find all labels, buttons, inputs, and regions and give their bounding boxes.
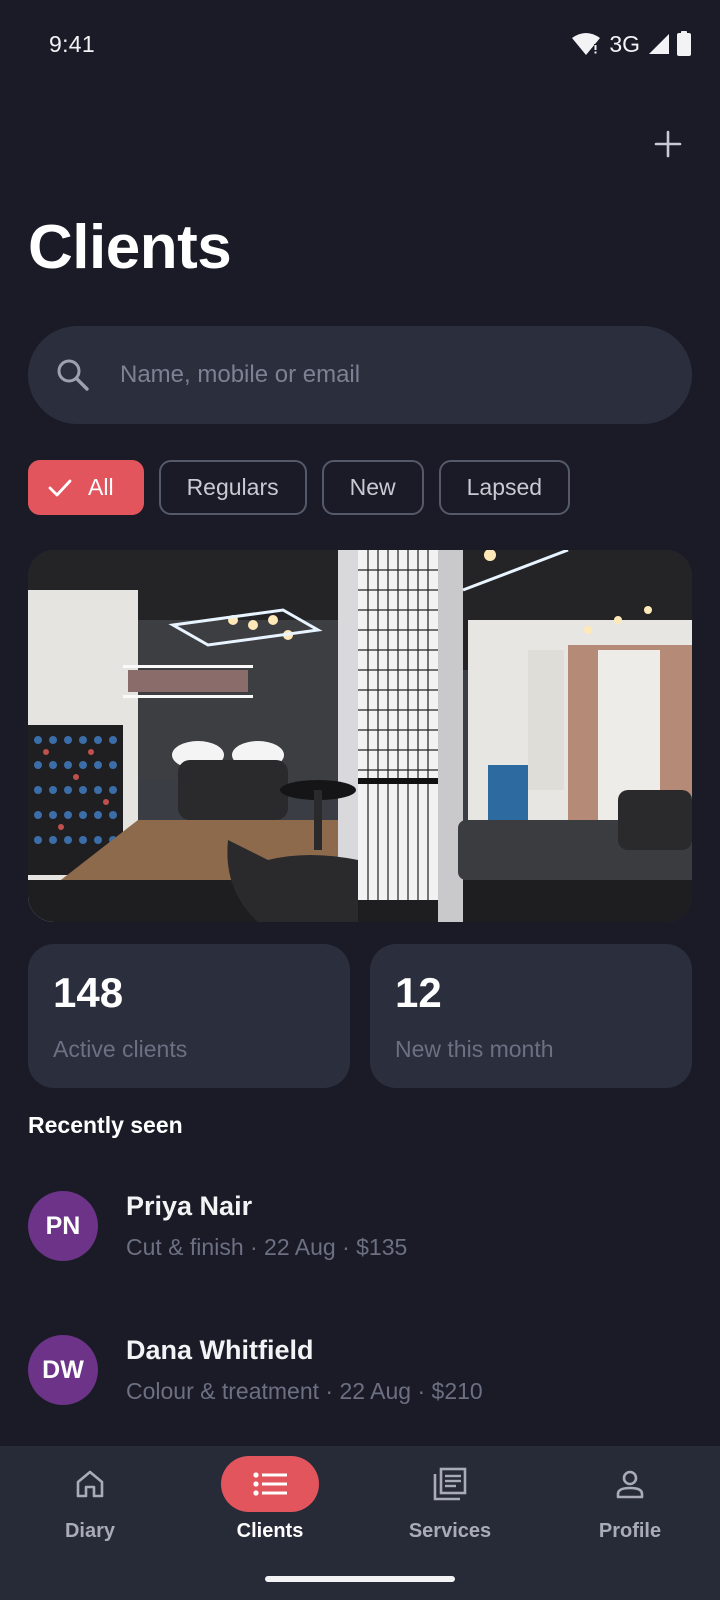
filter-chip-label: Lapsed <box>466 474 543 500</box>
client-detail: Colour & treatment · 22 Aug · $210 <box>126 1378 483 1404</box>
stat-card-new-this-month[interactable]: 12 New this month <box>370 944 692 1088</box>
recently-seen-heading: Recently seen <box>28 1112 183 1138</box>
client-list-item[interactable]: PN Priya Nair Cut & finish · 22 Aug · $1… <box>0 1171 720 1281</box>
person-icon <box>616 1470 644 1499</box>
avatar: DW <box>28 1335 98 1405</box>
nav-icon-container <box>41 1456 139 1512</box>
battery-icon <box>677 31 691 56</box>
search-input[interactable] <box>120 361 692 389</box>
list-icon <box>253 1472 287 1496</box>
client-name: Priya Nair <box>126 1191 253 1221</box>
nav-label: Profile <box>598 1520 662 1542</box>
nav-icon-container <box>221 1456 319 1512</box>
filter-chips: All Regulars New Lapsed <box>28 460 571 515</box>
home-indicator[interactable] <box>265 1576 455 1582</box>
client-name: Dana Whitfield <box>126 1335 314 1365</box>
client-info: Priya Nair Cut & finish · 22 Aug · $135 <box>126 1191 407 1261</box>
page-title: Clients <box>28 213 232 282</box>
filter-chip-new[interactable]: New <box>321 460 424 515</box>
stat-label: New this month <box>395 1036 554 1062</box>
nav-label: Diary <box>64 1520 116 1542</box>
filter-chip-lapsed[interactable]: Lapsed <box>438 460 571 515</box>
nav-label: Clients <box>236 1520 304 1542</box>
stat-value: 148 <box>53 969 124 1016</box>
filter-chip-all[interactable]: All <box>28 460 144 515</box>
check-icon <box>48 479 72 496</box>
stat-label: Active clients <box>53 1036 188 1062</box>
search-bar[interactable] <box>28 326 692 424</box>
status-bar: 9:41 3G <box>0 0 720 88</box>
client-list-item[interactable]: DW Dana Whitfield Colour & treatment · 2… <box>0 1315 720 1425</box>
nav-item-diary[interactable]: Diary <box>0 1446 180 1600</box>
network-type: 3G <box>609 30 640 57</box>
client-info: Dana Whitfield Colour & treatment · 22 A… <box>126 1335 483 1405</box>
search-icon <box>57 359 89 391</box>
nav-label: Services <box>408 1520 492 1542</box>
filter-chip-label: New <box>349 474 396 500</box>
stat-value: 12 <box>395 969 442 1016</box>
nav-icon-container <box>401 1456 499 1512</box>
nav-item-profile[interactable]: Profile <box>540 1446 720 1600</box>
status-time: 9:41 <box>49 30 95 57</box>
client-detail: Cut & finish · 22 Aug · $135 <box>126 1234 408 1260</box>
home-icon <box>76 1470 104 1498</box>
salon-photo <box>28 550 692 922</box>
nav-icon-container <box>581 1456 679 1512</box>
filter-chip-regulars[interactable]: Regulars <box>158 460 307 515</box>
services-icon <box>433 1467 467 1501</box>
status-icons: 3G <box>571 31 692 58</box>
stat-card-active-clients[interactable]: 148 Active clients <box>28 944 350 1088</box>
signal-icon <box>649 34 669 54</box>
add-client-button[interactable] <box>644 120 692 168</box>
plus-icon <box>654 130 682 158</box>
wifi-icon <box>572 33 601 55</box>
filter-chip-label: All <box>88 474 114 500</box>
filter-chip-label: Regulars <box>186 474 279 500</box>
avatar: PN <box>28 1191 98 1261</box>
